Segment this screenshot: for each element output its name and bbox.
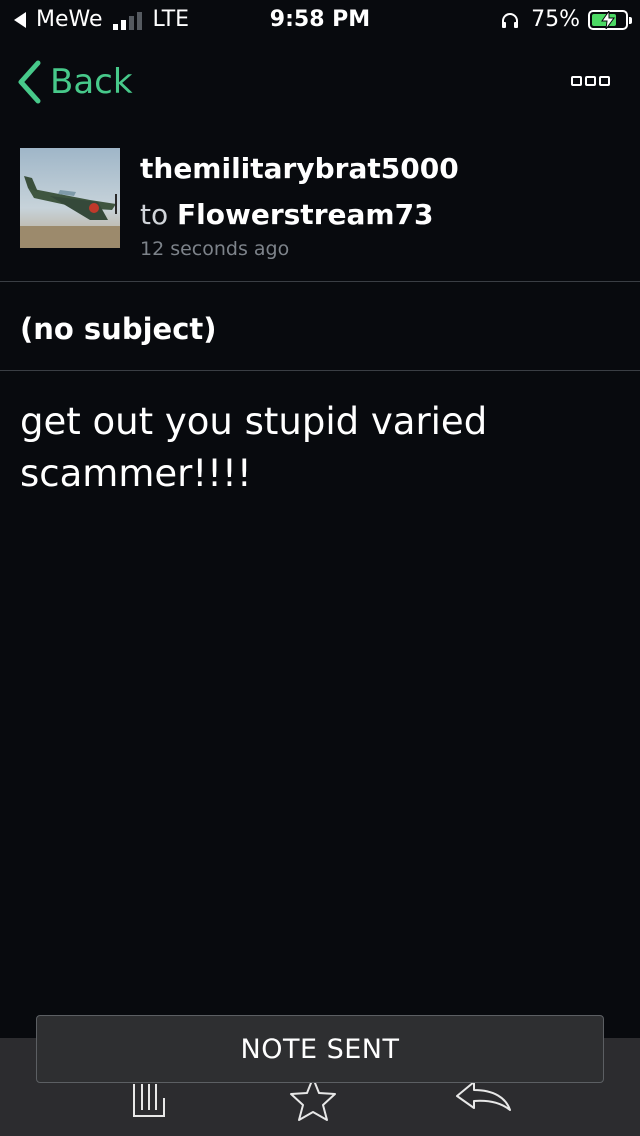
back-label: Back (50, 62, 133, 102)
headphones-icon (502, 12, 519, 28)
timestamp: 12 seconds ago (140, 238, 290, 260)
message-body: get out you stupid varied scammer!!!! (20, 400, 488, 495)
status-bar: MeWe LTE 9:58 PM 75% (0, 0, 640, 40)
more-icon (571, 76, 582, 86)
battery-icon (588, 9, 632, 30)
message-subject: (no subject) (20, 312, 217, 346)
recipient-name[interactable]: Flowerstream73 (177, 198, 434, 231)
airplane-photo (20, 148, 120, 248)
divider (0, 281, 640, 282)
sender-name[interactable]: themilitarybrat5000 (140, 152, 459, 185)
reply-icon[interactable] (454, 1078, 514, 1114)
avatar[interactable] (20, 148, 120, 248)
charging-bolt-icon (601, 10, 615, 29)
toast-text: NOTE SENT (240, 1033, 400, 1065)
archive-icon[interactable] (130, 1080, 170, 1120)
to-prefix: to (140, 198, 169, 231)
recipient-line: to Flowerstream73 (140, 198, 434, 231)
more-options-button[interactable] (568, 76, 610, 86)
chevron-left-icon (18, 60, 41, 104)
toast-notification: NOTE SENT (36, 1015, 604, 1083)
battery-percent: 75% (531, 7, 580, 32)
status-right: 75% (501, 7, 632, 32)
divider (0, 370, 640, 371)
back-button[interactable]: Back (16, 60, 133, 104)
